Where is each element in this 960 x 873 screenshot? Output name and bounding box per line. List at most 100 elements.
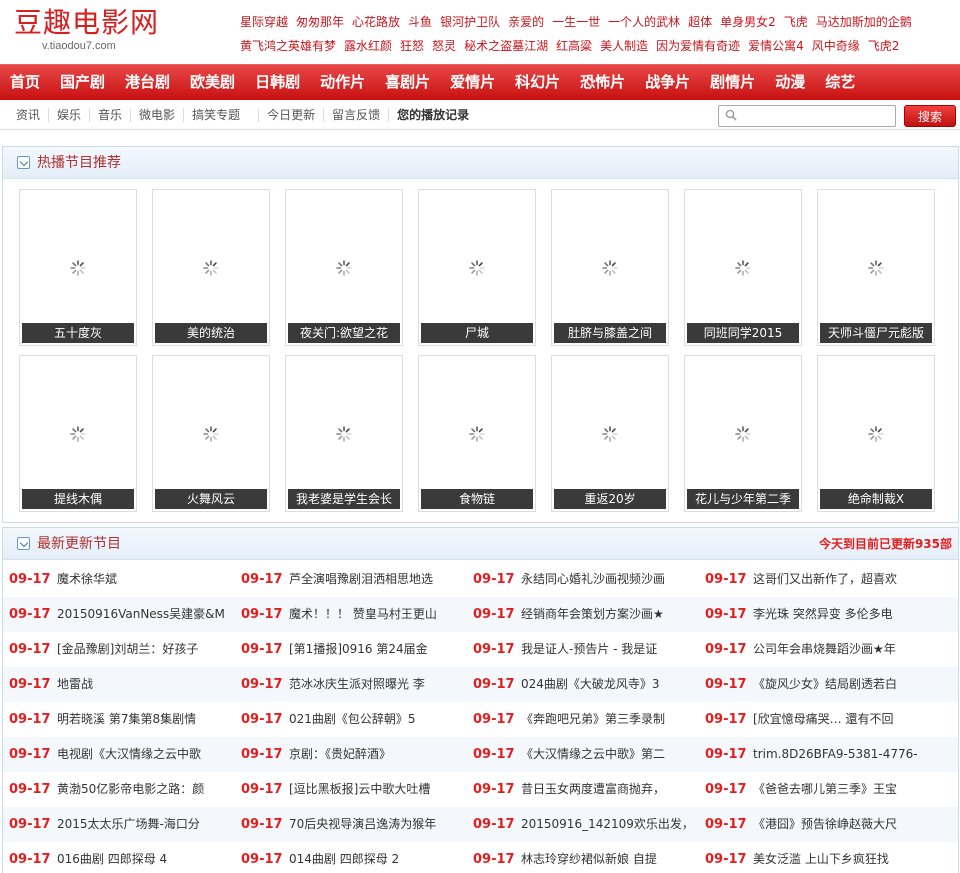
update-title-link[interactable]: 电视剧《大汉情缘之云中歌: [57, 747, 201, 761]
update-item[interactable]: 09-17 70后央视导演吕逸涛为猴年: [241, 807, 473, 842]
update-title-link[interactable]: 016曲剧 四郎探母 4: [57, 852, 167, 866]
update-item[interactable]: 09-17 2015太太乐广场舞-海口分: [9, 807, 241, 842]
update-title-link[interactable]: 李光珠 突然异变 多伦多电: [753, 607, 893, 621]
update-title-link[interactable]: 014曲剧 四郎探母 2: [289, 852, 399, 866]
update-item[interactable]: 09-17 《大汉情缘之云中歌》第二: [473, 737, 705, 772]
hot-keyword-link[interactable]: 爱情公寓4: [748, 39, 804, 53]
hot-keyword-link[interactable]: 狂怒: [400, 39, 424, 53]
update-item[interactable]: 09-17 [逗比黑板报]云中歌大吐槽: [241, 772, 473, 807]
video-card[interactable]: 提线木偶: [19, 355, 137, 512]
update-title-link[interactable]: 京剧：《贵妃醉酒》: [289, 747, 391, 761]
update-item[interactable]: 09-17 014曲剧 四郎探母 2: [241, 842, 473, 873]
hot-keyword-link[interactable]: 超体: [688, 15, 712, 29]
update-title-link[interactable]: 2015太太乐广场舞-海口分: [57, 817, 200, 831]
hot-keyword-link[interactable]: 风中奇缘: [812, 39, 860, 53]
hot-keyword-link[interactable]: 单身男女2: [720, 15, 776, 29]
hot-keyword-link[interactable]: 一个人的武林: [608, 15, 680, 29]
video-title[interactable]: 肚脐与膝盖之间: [554, 323, 666, 343]
hot-keyword-link[interactable]: 亲爱的: [508, 15, 544, 29]
hot-keyword-link[interactable]: 心花路放: [352, 15, 400, 29]
update-item[interactable]: 09-17 《奔跑吧兄弟》第三季录制: [473, 702, 705, 737]
subnav-link[interactable]: 今日更新: [258, 108, 325, 122]
update-title-link[interactable]: 永结同心婚礼沙画视频沙画: [521, 572, 665, 586]
video-card[interactable]: 天师斗僵尸元彪版: [817, 189, 935, 346]
update-title-link[interactable]: 70后央视导演吕逸涛为猴年: [289, 817, 436, 831]
update-item[interactable]: 09-17 李光珠 突然异变 多伦多电: [705, 597, 937, 632]
hot-keyword-link[interactable]: 秘术之盗墓江湖: [464, 39, 548, 53]
video-card[interactable]: 五十度灰: [19, 189, 137, 346]
update-title-link[interactable]: 这哥们又出新作了，超喜欢: [753, 572, 897, 586]
hot-keyword-link[interactable]: 黄飞鸿之英雄有梦: [240, 39, 336, 53]
update-title-link[interactable]: 林志玲穿纱裙似新娘 自提: [521, 852, 657, 866]
nav-item[interactable]: 喜剧片: [375, 65, 440, 100]
update-title-link[interactable]: [欣宜憶母痛哭… 還有不回: [753, 712, 894, 726]
collapse-icon[interactable]: [17, 156, 30, 169]
video-card[interactable]: 夜关门:欲望之花: [285, 189, 403, 346]
update-item[interactable]: 09-17 芦全演唱豫剧泪洒相思地选: [241, 562, 473, 597]
update-item[interactable]: 09-17 公司年会串烧舞蹈沙画★年: [705, 632, 937, 667]
hot-keyword-link[interactable]: 因为爱情有奇迹: [656, 39, 740, 53]
hot-keyword-link[interactable]: 匆匆那年: [296, 15, 344, 29]
update-title-link[interactable]: [第1播报]0916 第24届金: [289, 642, 428, 656]
subnav-link[interactable]: 资讯: [0, 108, 50, 122]
video-title[interactable]: 美的统治: [155, 323, 267, 343]
update-title-link[interactable]: 美女泛滥 上山下乡疯狂找: [753, 852, 889, 866]
update-title-link[interactable]: 芦全演唱豫剧泪洒相思地选: [289, 572, 433, 586]
update-item[interactable]: 09-17 20150916_142109欢乐出发，: [473, 807, 705, 842]
update-item[interactable]: 09-17 林志玲穿纱裙似新娘 自提: [473, 842, 705, 873]
update-title-link[interactable]: 021曲剧《包公辞朝》5: [289, 712, 416, 726]
video-title[interactable]: 同班同学2015: [687, 323, 799, 343]
nav-item[interactable]: 日韩剧: [245, 65, 310, 100]
nav-item[interactable]: 动漫: [765, 65, 815, 100]
update-title-link[interactable]: 昔日玉女两度遭富商抛弃，: [521, 782, 665, 796]
update-title-link[interactable]: [逗比黑板报]云中歌大吐槽: [289, 782, 430, 796]
video-title[interactable]: 食物链: [421, 489, 533, 509]
video-card[interactable]: 花儿与少年第二季: [684, 355, 802, 512]
video-card[interactable]: 食物链: [418, 355, 536, 512]
update-item[interactable]: 09-17 范冰冰庆生派对照曝光 李: [241, 667, 473, 702]
update-title-link[interactable]: trim.8D26BFA9-5381-4776-: [753, 747, 918, 761]
search-input[interactable]: [741, 108, 891, 124]
video-card[interactable]: 同班同学2015: [684, 189, 802, 346]
update-item[interactable]: 09-17 明若晓溪 第7集第8集剧情: [9, 702, 241, 737]
update-title-link[interactable]: 魔术！！！ 赞皇马村王更山: [289, 607, 437, 621]
update-item[interactable]: 09-17 《旋风少女》结局剧透若白: [705, 667, 937, 702]
update-title-link[interactable]: 公司年会串烧舞蹈沙画★年: [753, 642, 896, 656]
site-logo[interactable]: 豆趣电影网 v.tiaodou7.com: [14, 6, 174, 52]
update-item[interactable]: 09-17 《港囧》预告徐峥赵薇大尺: [705, 807, 937, 842]
video-card[interactable]: 美的统治: [152, 189, 270, 346]
update-item[interactable]: 09-17 [欣宜憶母痛哭… 還有不回: [705, 702, 937, 737]
hot-keyword-link[interactable]: 银河护卫队: [440, 15, 500, 29]
nav-item[interactable]: 国产剧: [50, 65, 115, 100]
update-title-link[interactable]: 《奔跑吧兄弟》第三季录制: [521, 712, 665, 726]
video-title[interactable]: 花儿与少年第二季: [687, 489, 799, 509]
nav-item[interactable]: 剧情片: [700, 65, 765, 100]
hot-keyword-link[interactable]: 怒灵: [432, 39, 456, 53]
update-item[interactable]: 09-17 地雷战: [9, 667, 241, 702]
hot-keyword-link[interactable]: 星际穿越: [240, 15, 288, 29]
subnav-link[interactable]: 娱乐: [49, 108, 91, 122]
video-card[interactable]: 重返20岁: [551, 355, 669, 512]
update-item[interactable]: 09-17 京剧：《贵妃醉酒》: [241, 737, 473, 772]
update-title-link[interactable]: 024曲剧《大破龙风寺》3: [521, 677, 660, 691]
hot-keyword-link[interactable]: 飞虎2: [868, 39, 900, 53]
subnav-link[interactable]: 微电影: [131, 108, 185, 122]
nav-item[interactable]: 港台剧: [115, 65, 180, 100]
subnav-link[interactable]: 音乐: [90, 108, 132, 122]
video-title[interactable]: 我老婆是学生会长: [288, 489, 400, 509]
search-button[interactable]: 搜索: [904, 105, 956, 127]
hot-keyword-link[interactable]: 飞虎: [784, 15, 808, 29]
video-card[interactable]: 肚脐与膝盖之间: [551, 189, 669, 346]
update-item[interactable]: 09-17 魔术！！！ 赞皇马村王更山: [241, 597, 473, 632]
update-item[interactable]: 09-17 20150916VanNess吴建豪&M: [9, 597, 241, 632]
subnav-link[interactable]: 搞笑专题: [184, 108, 248, 122]
update-item[interactable]: 09-17 016曲剧 四郎探母 4: [9, 842, 241, 873]
update-item[interactable]: 09-17 这哥们又出新作了，超喜欢: [705, 562, 937, 597]
update-item[interactable]: 09-17 魔术徐华斌: [9, 562, 241, 597]
update-title-link[interactable]: [金品豫剧]刘胡兰：好孩子: [57, 642, 198, 656]
video-title[interactable]: 五十度灰: [22, 323, 134, 343]
update-title-link[interactable]: 经销商年会策划方案沙画★: [521, 607, 664, 621]
hot-keyword-link[interactable]: 美人制造: [600, 39, 648, 53]
video-title[interactable]: 夜关门:欲望之花: [288, 323, 400, 343]
subnav-link[interactable]: 留言反馈: [324, 108, 390, 122]
